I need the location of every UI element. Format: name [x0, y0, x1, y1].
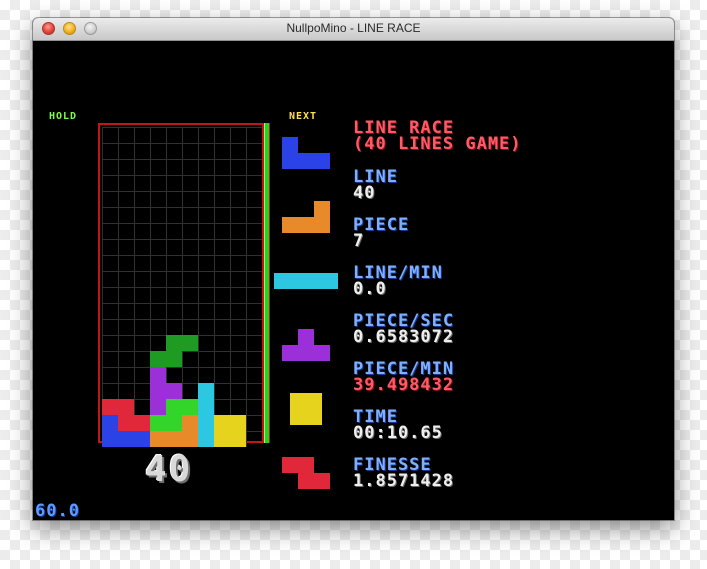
board-block: [102, 399, 118, 415]
lines-remaining-counter: 40: [145, 449, 193, 490]
fps-counter: 60.0: [35, 501, 80, 520]
next-piece-block: [314, 345, 330, 361]
next-piece-block: [298, 457, 314, 473]
stat-piece-sec-value: 0.6583072: [353, 327, 455, 347]
board-block: [102, 431, 118, 447]
next-piece-block: [306, 393, 322, 409]
next-piece-block: [282, 217, 298, 233]
stat-line-min-value: 0.0: [353, 279, 387, 299]
board-block: [118, 431, 134, 447]
board-block: [150, 431, 166, 447]
board-block: [230, 415, 246, 431]
board-block: [166, 383, 182, 399]
next-piece-block: [290, 409, 306, 425]
board-block: [150, 399, 166, 415]
next-piece-block: [322, 273, 338, 289]
board-block: [182, 431, 198, 447]
board-block: [118, 415, 134, 431]
title-bar[interactable]: NullpoMino - LINE RACE: [33, 18, 674, 41]
stat-piece-value: 7: [353, 231, 365, 251]
board-block: [166, 431, 182, 447]
next-piece-block: [306, 273, 322, 289]
next-piece-block: [298, 345, 314, 361]
next-piece-block: [314, 153, 330, 169]
board-block: [150, 383, 166, 399]
board-block: [150, 367, 166, 383]
next-piece-block: [282, 153, 298, 169]
game-window: NullpoMino - LINE RACE HOLD NEXT 40 60.0…: [33, 18, 674, 520]
board-block: [182, 399, 198, 415]
stat-piece-min-value: 39.498432: [353, 375, 455, 395]
board-block: [134, 415, 150, 431]
board-block: [150, 415, 166, 431]
mode-title-line2: (40 LINES GAME): [353, 134, 522, 154]
next-piece-block: [298, 153, 314, 169]
board-block: [118, 399, 134, 415]
hold-label: HOLD: [49, 111, 78, 122]
next-piece-block: [282, 457, 298, 473]
next-piece-block: [298, 473, 314, 489]
next-piece-block: [314, 473, 330, 489]
window-title: NullpoMino - LINE RACE: [286, 21, 421, 35]
next-piece-block: [282, 137, 298, 153]
next-piece-block: [282, 345, 298, 361]
next-piece-block: [314, 217, 330, 233]
stat-time-value: 00:10.65: [353, 423, 443, 443]
playfield-grid: [102, 127, 262, 447]
board-block: [166, 399, 182, 415]
next-label: NEXT: [289, 111, 318, 122]
next-piece-block: [298, 217, 314, 233]
board-block: [166, 335, 182, 351]
stat-line-value: 40: [353, 183, 376, 203]
board-block: [182, 415, 198, 431]
board-block: [214, 415, 230, 431]
board-block: [166, 351, 182, 367]
next-piece-block: [298, 329, 314, 345]
board-block: [102, 415, 118, 431]
next-piece-block: [290, 393, 306, 409]
next-piece-block: [314, 201, 330, 217]
board-block: [214, 431, 230, 447]
stat-finesse-value: 1.8571428: [353, 471, 455, 491]
board-block: [150, 351, 166, 367]
board-block: [198, 431, 214, 447]
board-block: [198, 415, 214, 431]
next-piece-block: [290, 273, 306, 289]
game-area: HOLD NEXT 40 60.0 LINE RACE (40 LINES GA…: [33, 41, 674, 520]
board-block: [230, 431, 246, 447]
board-block: [182, 335, 198, 351]
playfield: [98, 123, 264, 447]
board-block: [134, 431, 150, 447]
next-piece-block: [306, 409, 322, 425]
progress-meter: [264, 123, 270, 443]
next-piece-block: [274, 273, 290, 289]
board-block: [198, 383, 214, 399]
board-block: [166, 415, 182, 431]
board-block: [198, 399, 214, 415]
